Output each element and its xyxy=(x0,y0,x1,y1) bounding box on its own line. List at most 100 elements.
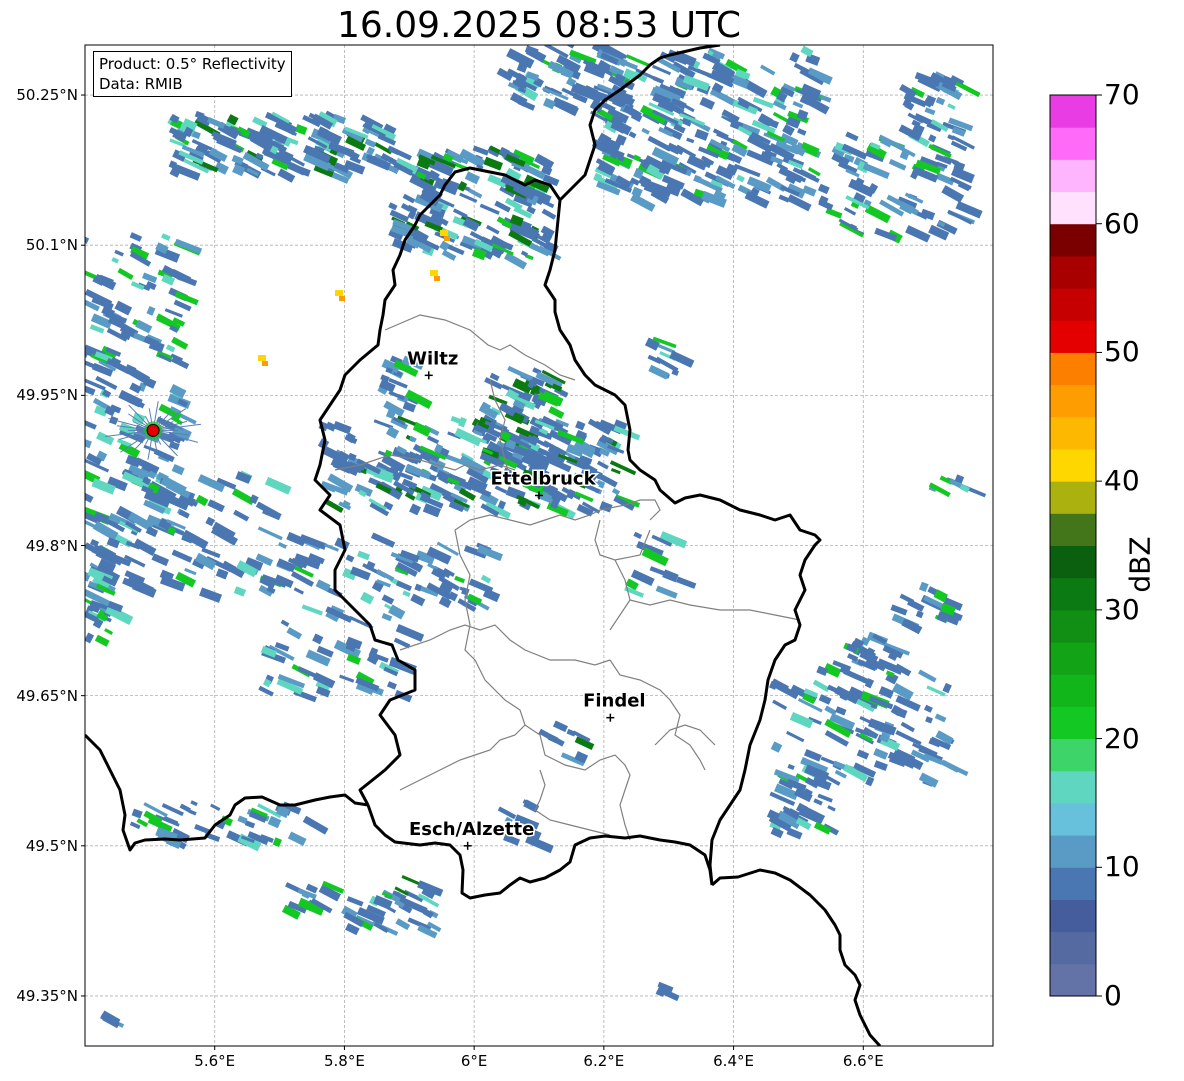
echo-cell xyxy=(835,706,847,716)
echo-cell xyxy=(335,290,343,296)
echo-cell xyxy=(287,831,307,846)
echo-cell xyxy=(825,207,843,219)
echo-cell xyxy=(787,763,795,771)
city-label: Ettelbruck xyxy=(490,468,596,489)
echo-cell xyxy=(575,420,586,431)
echo-cell xyxy=(151,553,170,567)
lat-label: 49.5°N xyxy=(25,836,78,855)
echo-cell xyxy=(444,236,450,241)
echo-cell xyxy=(434,276,440,281)
echo-cell xyxy=(476,545,503,562)
colorbar-tick-label: 40 xyxy=(1104,464,1140,498)
echo-cell xyxy=(675,576,697,589)
echo-cell xyxy=(648,364,670,380)
echo-cell xyxy=(772,699,788,711)
echo-cell xyxy=(114,249,124,257)
echo-cell xyxy=(923,704,933,713)
echo-cell xyxy=(360,591,375,605)
colorbar-tick-label: 0 xyxy=(1104,979,1122,1012)
echo-cell xyxy=(789,52,800,63)
echo-cell xyxy=(813,798,823,806)
echo-cell xyxy=(770,741,783,753)
echo-cell xyxy=(480,574,492,584)
echo-cell xyxy=(915,610,924,619)
echo-cell xyxy=(207,499,225,513)
echo-cell xyxy=(388,202,398,211)
echo-cell xyxy=(395,624,425,642)
colorbar-tick-label: 50 xyxy=(1104,335,1140,369)
echo-cell xyxy=(641,127,650,135)
echo-cell xyxy=(873,760,888,771)
echo-cell xyxy=(843,206,857,216)
echo-cell xyxy=(845,131,859,142)
echo-cell xyxy=(165,344,176,353)
echo-cell xyxy=(551,97,579,117)
echo-cell xyxy=(277,542,287,549)
echo-cell xyxy=(184,567,197,576)
city-label: Esch/Alzette xyxy=(409,819,534,840)
echo-cell xyxy=(925,716,933,724)
echo-cell xyxy=(610,468,621,475)
lon-label: 6°E xyxy=(460,1052,488,1070)
echo-cell xyxy=(345,554,355,563)
data-source-text: Data: RMIB xyxy=(99,75,183,93)
colorbar-tick-label: 20 xyxy=(1104,721,1140,755)
echo-cell xyxy=(905,225,931,243)
radar-map: Wiltz Ettelbruck Findel Esch/Alzette xyxy=(81,44,994,1050)
echo-cell xyxy=(190,800,198,807)
echo-cell xyxy=(395,918,411,931)
echo-cell xyxy=(890,604,908,616)
echo-cell xyxy=(129,382,142,394)
echo-cell xyxy=(133,538,157,557)
product-text: Product: 0.5° Reflectivity xyxy=(99,55,286,73)
echo-cell xyxy=(430,270,438,276)
echo-cell xyxy=(205,516,215,527)
echo-cell xyxy=(164,308,183,318)
echo-cell xyxy=(813,821,832,835)
echo-cell xyxy=(395,580,413,592)
echo-cell xyxy=(298,166,311,177)
lat-label: 49.35°N xyxy=(16,986,78,1005)
echo-cell xyxy=(131,412,146,425)
lon-label: 5.6°E xyxy=(194,1052,236,1070)
city-label: Wiltz xyxy=(407,348,458,369)
echo-cell xyxy=(630,193,656,212)
echo-cell xyxy=(233,586,247,597)
echo-cell xyxy=(827,684,839,694)
echo-cell xyxy=(941,185,965,203)
echo-cell xyxy=(628,131,637,139)
echo-cell xyxy=(402,590,411,598)
echo-cell xyxy=(114,300,133,316)
colorbar-tick-label: 60 xyxy=(1104,206,1140,240)
colorbar-tick-label: 10 xyxy=(1104,850,1140,884)
echo-cell xyxy=(935,96,946,106)
radar-site-dot xyxy=(146,423,160,437)
echo-cell xyxy=(364,138,377,148)
lat-label: 49.65°N xyxy=(16,686,78,705)
echo-cell xyxy=(918,581,929,592)
echo-cell xyxy=(117,267,134,281)
echo-cell xyxy=(797,128,807,136)
echo-cell xyxy=(439,240,450,252)
echo-cell xyxy=(376,569,395,582)
echo-cell xyxy=(878,686,894,699)
echo-cell xyxy=(94,634,110,647)
echo-cell xyxy=(199,587,223,603)
echo-cell xyxy=(210,803,221,811)
echo-cell xyxy=(325,499,344,513)
echo-cell xyxy=(686,137,695,144)
echo-cell xyxy=(736,174,745,183)
echo-cell xyxy=(760,64,776,76)
echo-cell xyxy=(874,227,898,242)
echo-cell xyxy=(252,116,268,128)
echo-cell xyxy=(899,593,915,604)
echo-cell xyxy=(301,604,323,616)
echo-cell xyxy=(934,713,947,723)
lon-label: 6.4°E xyxy=(713,1052,754,1070)
echo-cell xyxy=(85,439,92,449)
echo-cell xyxy=(542,97,556,110)
echo-cell xyxy=(633,531,643,540)
echo-cell xyxy=(85,632,95,644)
lat-label: 49.95°N xyxy=(16,386,78,405)
echo-cell xyxy=(402,193,416,204)
